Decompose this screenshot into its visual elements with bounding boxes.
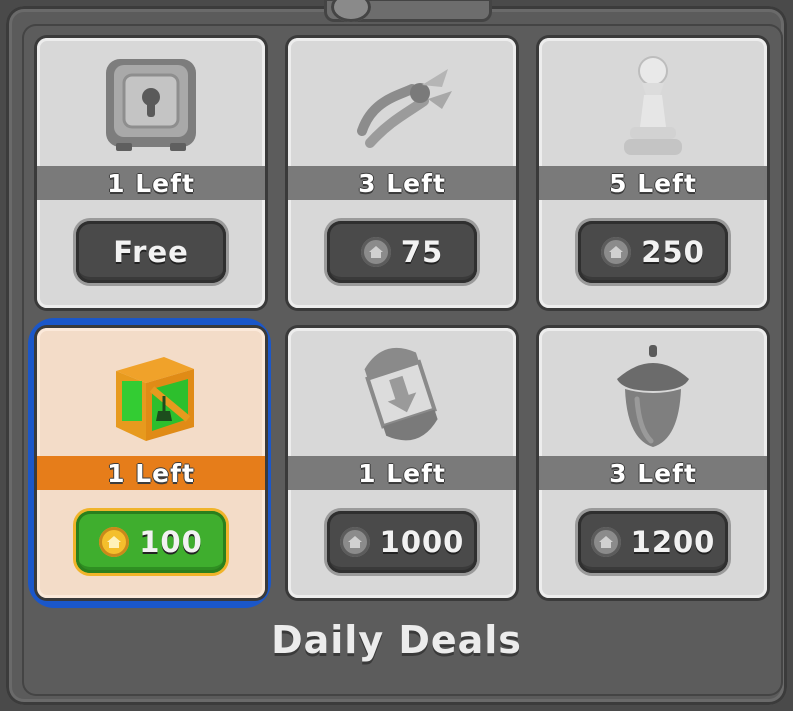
buy-button[interactable]: 1200 (578, 511, 728, 573)
capsule-icon (288, 336, 516, 456)
stock-label: 1 Left (288, 456, 516, 490)
buy-button[interactable]: 75 (327, 221, 477, 283)
deal-card-safe[interactable]: 1 Left Free (37, 38, 265, 308)
price-label: Free (113, 235, 189, 269)
stock-label: 1 Left (37, 166, 265, 200)
safe-icon (37, 46, 265, 166)
coin-icon (99, 527, 130, 557)
deal-card-pliers[interactable]: 3 Left 75 (288, 38, 516, 308)
stock-label: 3 Left (539, 456, 767, 490)
stock-label: 5 Left (539, 166, 767, 200)
coin-icon (360, 237, 391, 267)
price-label: 250 (641, 235, 705, 269)
acorn-icon (539, 336, 767, 456)
buy-button[interactable]: 250 (578, 221, 728, 283)
stock-label: 3 Left (288, 166, 516, 200)
price-label: 1000 (379, 525, 465, 559)
price-label: 75 (400, 235, 444, 269)
crate-icon (37, 336, 265, 456)
stock-label: 1 Left (37, 456, 265, 490)
pliers-icon (288, 46, 516, 166)
deal-card-capsule[interactable]: 1 Left 1000 (288, 328, 516, 598)
buy-button[interactable]: 100 (76, 511, 226, 573)
coin-icon (601, 237, 632, 267)
buy-button[interactable]: 1000 (327, 511, 477, 573)
price-label: 100 (139, 525, 203, 559)
coin-icon (339, 527, 370, 557)
deal-card-crate[interactable]: 1 Left 100 (37, 328, 265, 598)
deal-card-pawn[interactable]: 5 Left 250 (539, 38, 767, 308)
pawn-icon (539, 46, 767, 166)
coin-icon (590, 527, 621, 557)
deal-card-acorn[interactable]: 3 Left 1200 (539, 328, 767, 598)
price-label: 1200 (630, 525, 716, 559)
panel-title: Daily Deals (271, 618, 522, 662)
daily-deals-panel: 1 Left Free 3 Left 75 5 Left 250 1 Left … (0, 0, 793, 711)
free-claim-button[interactable]: Free (76, 221, 226, 283)
